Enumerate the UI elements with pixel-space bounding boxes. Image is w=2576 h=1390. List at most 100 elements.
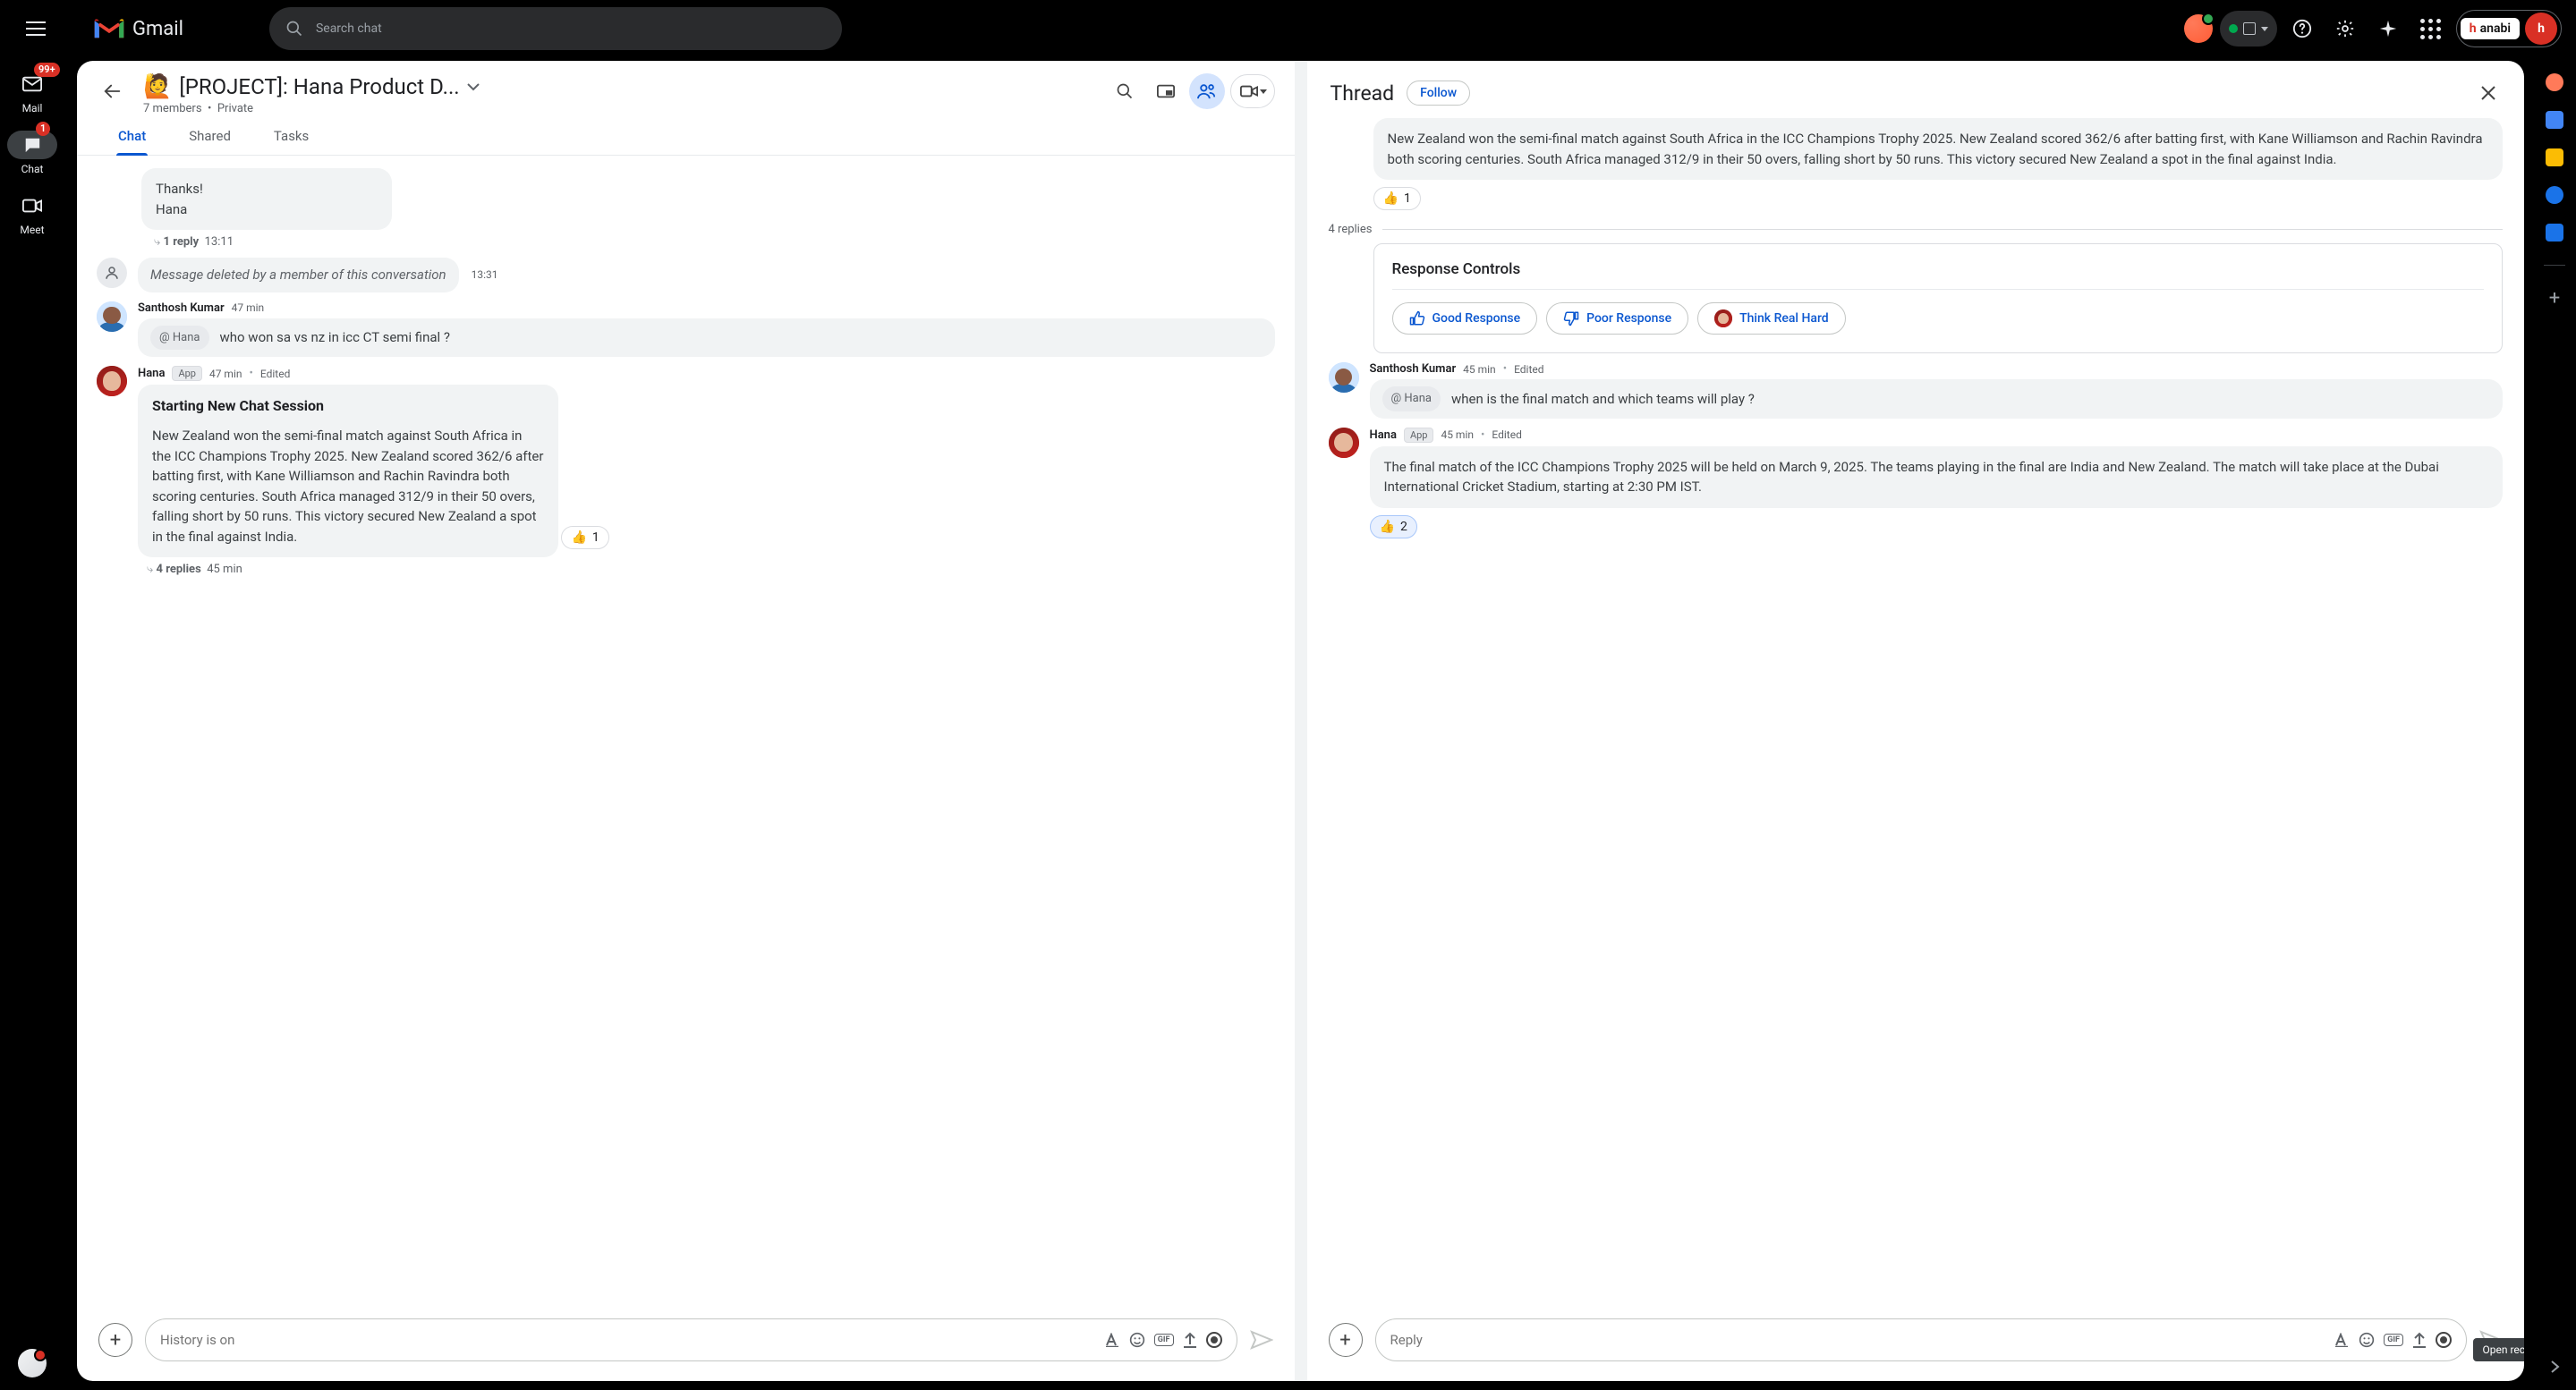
tab-tasks[interactable]: Tasks (272, 119, 310, 155)
chat-compose-row: + GIF (77, 1308, 1295, 1381)
sender-name: Hana (1370, 428, 1397, 442)
thread-message-list: New Zealand won the semi-final match aga… (1307, 118, 2525, 1308)
help-icon (2292, 19, 2312, 38)
nav-chat[interactable]: 1 Chat (7, 125, 57, 181)
tab-chat[interactable]: Chat (116, 119, 148, 155)
right-addons-rail: + (2533, 57, 2576, 1390)
send-button[interactable] (1250, 1330, 1273, 1350)
person-icon (104, 265, 120, 281)
chevron-down-icon (1260, 89, 1267, 94)
good-response-button[interactable]: Good Response (1392, 302, 1538, 335)
edited-label: Edited (1514, 363, 1543, 376)
reaction-chip[interactable]: 👍 1 (561, 526, 608, 549)
search-placeholder: Search chat (316, 21, 382, 36)
send-icon (1250, 1330, 1273, 1350)
side-panel-toggle[interactable] (2544, 1356, 2565, 1377)
hubspot-presence-icon[interactable] (2184, 14, 2213, 43)
upload-button[interactable] (2412, 1332, 2427, 1348)
mention-chip[interactable]: @ Hana (150, 326, 209, 351)
reaction-chip[interactable]: 👍 1 (1373, 187, 1421, 210)
compose-add-button[interactable]: + (98, 1323, 132, 1357)
thread-summary[interactable]: 1 reply 13:11 (154, 235, 1275, 249)
room-title: [PROJECT]: Hana Product D... (179, 74, 459, 99)
upload-button[interactable] (1183, 1332, 1197, 1348)
tasks-icon (2546, 186, 2563, 204)
room-search-button[interactable] (1107, 73, 1143, 109)
meet-icon (22, 199, 42, 213)
format-button[interactable] (2334, 1333, 2350, 1347)
chat-compose-box[interactable]: GIF (145, 1318, 1237, 1361)
settings-button[interactable] (2327, 11, 2363, 47)
gif-button[interactable]: GIF (1154, 1334, 1174, 1346)
sender-name: Santhosh Kumar (138, 301, 225, 315)
pip-button[interactable] (1148, 73, 1184, 109)
poor-response-button[interactable]: Poor Response (1546, 302, 1688, 335)
status-bubble[interactable] (18, 1349, 47, 1377)
thread-summary[interactable]: 4 replies 45 min (147, 563, 1275, 576)
thread-compose-box[interactable]: GIF (1375, 1318, 2468, 1361)
think-real-hard-button[interactable]: Think Real Hard (1697, 302, 1846, 335)
sparkle-icon (2378, 19, 2398, 38)
emoji-button[interactable] (1129, 1332, 1145, 1348)
status-dropdown[interactable] (2220, 11, 2277, 47)
nav-mail[interactable]: 99+ Mail (7, 64, 57, 120)
back-button[interactable] (95, 73, 131, 109)
main-menu-button[interactable] (14, 7, 57, 50)
google-apps-button[interactable] (2413, 11, 2449, 47)
record-button[interactable] (2436, 1332, 2452, 1348)
contacts-icon (2546, 224, 2563, 242)
account-switcher[interactable]: hanabi h (2456, 10, 2562, 47)
tab-shared[interactable]: Shared (187, 119, 233, 155)
gear-icon (2335, 19, 2355, 38)
emoji-icon (1129, 1332, 1145, 1348)
app-tag: App (1404, 428, 1434, 443)
follow-button[interactable]: Follow (1407, 81, 1470, 106)
huddle-button[interactable] (1189, 73, 1225, 109)
chat-compose-input[interactable] (160, 1332, 1095, 1348)
emoji-icon (2359, 1332, 2375, 1348)
upload-icon (1183, 1332, 1197, 1348)
pip-icon (1157, 84, 1175, 98)
addon-hubspot[interactable] (2544, 72, 2565, 93)
chat-card: 🙋 [PROJECT]: Hana Product D... 7 members… (77, 61, 2524, 1381)
thread-compose-input[interactable] (1390, 1332, 2325, 1348)
record-button[interactable] (1206, 1332, 1222, 1348)
gif-button[interactable]: GIF (2384, 1334, 2403, 1346)
nav-meet[interactable]: Meet (7, 186, 57, 242)
keep-icon (2546, 148, 2563, 166)
format-button[interactable] (1104, 1333, 1120, 1347)
reaction-chip[interactable]: 👍 2 (1370, 515, 1417, 538)
close-thread-button[interactable] (2470, 75, 2506, 111)
emoji-button[interactable] (2359, 1332, 2375, 1348)
response-controls-title: Response Controls (1392, 260, 2485, 290)
left-nav-rail: 99+ Mail 1 Chat Meet (0, 57, 64, 1390)
addon-keep[interactable] (2544, 147, 2565, 168)
arrow-left-icon (103, 81, 123, 101)
status-active-icon (2229, 24, 2238, 33)
get-addons-button[interactable]: + (2544, 287, 2565, 309)
thumbs-up-icon (1409, 310, 1425, 326)
thread-header: Thread Follow (1307, 61, 2525, 118)
mention-chip[interactable]: @ Hana (1382, 386, 1441, 411)
chat-icon (22, 136, 42, 154)
chat-pane: 🙋 [PROJECT]: Hana Product D... 7 members… (77, 61, 1295, 1381)
santhosh-avatar (97, 301, 127, 332)
room-title-dropdown[interactable] (467, 82, 480, 91)
nav-meet-label: Meet (20, 224, 44, 236)
addon-calendar[interactable] (2544, 109, 2565, 131)
chevron-down-icon (467, 82, 480, 91)
gemini-button[interactable] (2370, 11, 2406, 47)
addon-tasks[interactable] (2544, 184, 2565, 206)
video-call-dropdown[interactable] (1230, 74, 1275, 108)
hubspot-icon (2546, 73, 2563, 91)
support-button[interactable] (2284, 11, 2320, 47)
record-icon (2436, 1332, 2452, 1348)
addon-contacts[interactable] (2544, 222, 2565, 243)
message-bubble: Thanks! Hana (141, 168, 392, 230)
message-bubble: The final match of the ICC Champions Tro… (1370, 446, 2504, 508)
compose-add-button[interactable]: + (1329, 1323, 1363, 1357)
gmail-logo[interactable]: Gmail (93, 16, 183, 41)
search-bar[interactable]: Search chat (269, 7, 842, 50)
message-time: 47 min (209, 368, 242, 380)
record-tooltip: Open recording menu (2473, 1338, 2524, 1361)
